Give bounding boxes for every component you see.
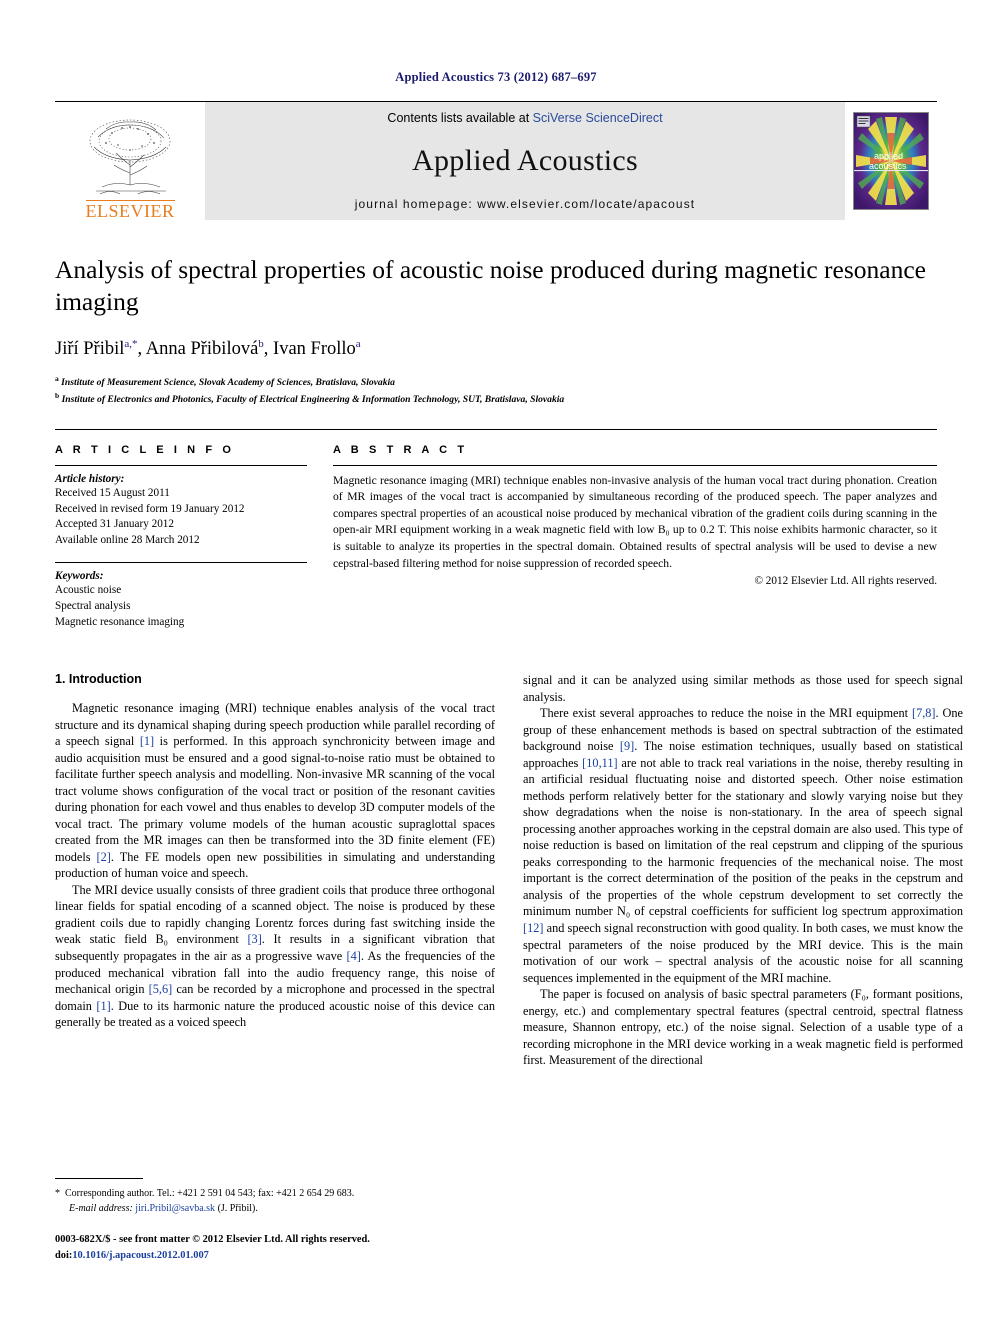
- author-affiliation-mark: a,*: [124, 338, 138, 351]
- article-history-item: Accepted 31 January 2012: [55, 518, 174, 531]
- affiliation-item: b Institute of Electronics and Photonics…: [55, 391, 937, 407]
- paper-page: Applied Acoustics 73 (2012) 687–697 ELSE…: [0, 0, 992, 1323]
- article-info-heading: A R T I C L E I N F O: [55, 443, 235, 456]
- author-affiliation-mark: b: [258, 338, 264, 351]
- doi-label: doi:: [55, 1249, 73, 1261]
- citation-link[interactable]: [1]: [140, 734, 154, 748]
- keyword-item: Spectral analysis: [55, 600, 131, 613]
- email-address-label: E-mail address:: [69, 1203, 133, 1214]
- keywords-label: Keywords:: [55, 570, 104, 583]
- sciencedirect-link[interactable]: SciVerse ScienceDirect: [533, 111, 663, 125]
- affiliation-text: Institute of Measurement Science, Slovak…: [61, 377, 395, 389]
- page-footer: 0003-682X/$ - see front matter © 2012 El…: [55, 1232, 555, 1263]
- divider: [55, 562, 307, 564]
- elsevier-tree-icon: [89, 119, 171, 195]
- author-list: Jiří Přibila,*, Anna Přibilováb, Ivan Fr…: [55, 338, 361, 360]
- paragraph: There exist several approaches to reduce…: [523, 706, 964, 985]
- paragraph: Magnetic resonance imaging (MRI) techniq…: [55, 701, 495, 881]
- body-column-right: signal and it can be analyzed using simi…: [523, 672, 963, 1069]
- divider: [55, 464, 307, 466]
- keyword-item: Magnetic resonance imaging: [55, 616, 185, 629]
- citation-link[interactable]: [2]: [97, 850, 111, 864]
- contents-prefix: Contents lists available at: [387, 111, 533, 125]
- article-history-label: Article history:: [55, 472, 125, 485]
- doi-line: doi:10.1016/j.apacoust.2012.01.007: [55, 1248, 555, 1264]
- journal-cover-thumbnail: applied acoustics: [853, 112, 929, 210]
- author-name: Ivan Frollo: [273, 339, 356, 360]
- affiliation-mark: a: [55, 374, 59, 384]
- affiliation-item: a Institute of Measurement Science, Slov…: [55, 374, 937, 390]
- affiliation-text: Institute of Electronics and Photonics, …: [61, 393, 565, 405]
- footnote-divider: [55, 1178, 143, 1179]
- page-title: Analysis of spectral properties of acous…: [55, 255, 926, 317]
- abstract-copyright: © 2012 Elsevier Ltd. All rights reserved…: [754, 575, 938, 588]
- abstract-heading: A B S T R A C T: [333, 443, 468, 456]
- citation-link[interactable]: [1]: [96, 999, 110, 1013]
- citation-link[interactable]: [9]: [620, 739, 634, 753]
- citation-link[interactable]: [4]: [346, 949, 360, 963]
- body-column-left: 1. Introduction Magnetic resonance imagi…: [55, 672, 495, 1069]
- keyword-item: Acoustic noise: [55, 584, 122, 597]
- corresponding-author-footnote: * Corresponding author. Tel.: +421 2 591 …: [55, 1178, 495, 1216]
- journal-homepage-line[interactable]: journal homepage: www.elsevier.com/locat…: [355, 197, 696, 211]
- article-history-item: Available online 28 March 2012: [55, 534, 200, 547]
- footnote-star-mark: *: [55, 1188, 60, 1199]
- cover-artwork-icon: applied acoustics: [854, 113, 928, 209]
- abstract-column: A B S T R A C T Magnetic resonance imagi…: [333, 444, 937, 631]
- paragraph: The paper is focused on analysis of basi…: [523, 987, 963, 1068]
- email-address-link[interactable]: jiri.Pribil@savba.sk: [135, 1203, 215, 1214]
- journal-cover-cell: applied acoustics: [845, 102, 937, 220]
- author-entry: Anna Přibilováb: [145, 338, 264, 360]
- contents-available-line: Contents lists available at SciVerse Sci…: [387, 111, 662, 125]
- svg-text:acoustics: acoustics: [869, 161, 907, 171]
- affiliation-list: a Institute of Measurement Science, Slov…: [55, 374, 937, 406]
- issn-copyright-line: 0003-682X/$ - see front matter © 2012 El…: [55, 1234, 370, 1245]
- article-history-item: Received 15 August 2011: [55, 486, 170, 499]
- doi-link[interactable]: 10.1016/j.apacoust.2012.01.007: [72, 1250, 209, 1261]
- citation-link[interactable]: [3]: [247, 932, 261, 946]
- citation-link[interactable]: [10,11]: [582, 756, 617, 770]
- footnote-email-line: E-mail address: jiri.Pribil@savba.sk (J.…: [55, 1201, 495, 1216]
- info-abstract-block: A R T I C L E I N F O Article history: R…: [55, 428, 937, 631]
- journal-title: Applied Acoustics: [412, 144, 638, 177]
- footnote-contact-text: Corresponding author. Tel.: +421 2 591 0…: [65, 1188, 355, 1199]
- paragraph: The MRI device usually consists of three…: [55, 882, 495, 1030]
- paragraph: signal and it can be analyzed using simi…: [523, 673, 963, 704]
- elsevier-logo: ELSEVIER: [55, 102, 205, 220]
- divider: [333, 464, 937, 466]
- citation-link[interactable]: [7,8]: [912, 706, 936, 720]
- section-heading-introduction: 1. Introduction: [55, 672, 142, 686]
- svg-text:applied: applied: [874, 151, 903, 161]
- elsevier-wordmark: ELSEVIER: [85, 200, 175, 221]
- footnote-contact-line: * Corresponding author. Tel.: +421 2 591 …: [55, 1186, 495, 1201]
- abstract-text: Magnetic resonance imaging (MRI) techniq…: [333, 473, 937, 570]
- citation-link[interactable]: [12]: [523, 921, 544, 935]
- author-name: Anna Přibilová: [145, 339, 259, 360]
- article-info-column: A R T I C L E I N F O Article history: R…: [55, 444, 307, 631]
- article-history-item: Received in revised form 19 January 2012: [55, 502, 245, 515]
- body-columns: 1. Introduction Magnetic resonance imagi…: [55, 672, 963, 1069]
- banner-center: Contents lists available at SciVerse Sci…: [205, 102, 845, 220]
- journal-banner: ELSEVIER Contents lists available at Sci…: [55, 101, 937, 220]
- citation-link[interactable]: [5,6]: [149, 982, 173, 996]
- running-head: Applied Acoustics 73 (2012) 687–697: [395, 70, 597, 84]
- author-affiliation-mark: a: [355, 338, 361, 351]
- affiliation-mark: b: [55, 390, 60, 400]
- email-owner: (J. Přibil).: [217, 1203, 258, 1214]
- title-block: Analysis of spectral properties of acous…: [55, 254, 937, 407]
- author-name: Jiří Přibil: [55, 339, 125, 360]
- author-entry: Ivan Frolloa: [273, 338, 361, 360]
- author-entry: Jiří Přibila,*: [55, 338, 138, 360]
